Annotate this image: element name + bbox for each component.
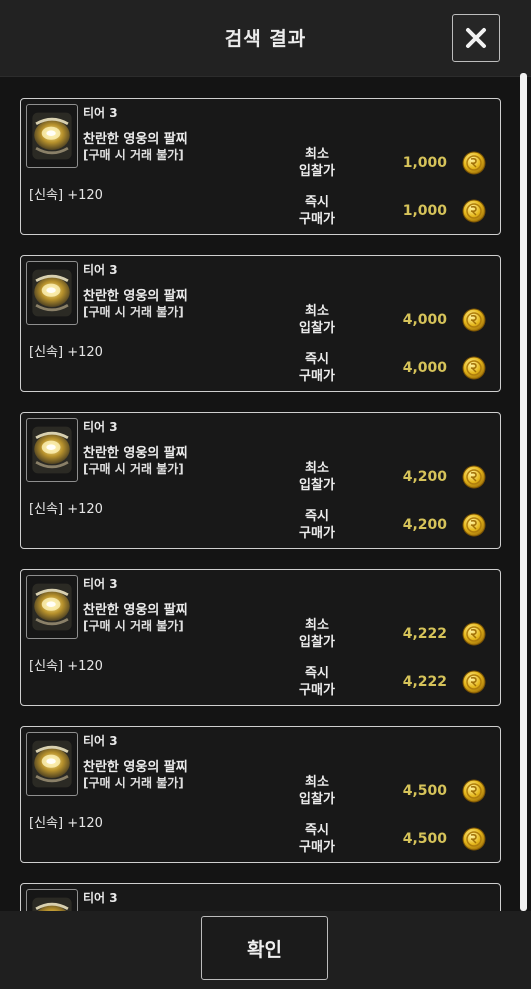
gold-coin-icon	[462, 465, 486, 489]
min-bid-label: 최소 입찰가	[299, 775, 335, 807]
buy-now-value: 1,000	[402, 203, 447, 219]
item-thumbnail	[26, 575, 78, 639]
search-result-list[interactable]: 티어 3 찬란한 영웅의 팔찌 [구매 시 거래 불가] [신속] +120 최소 입찰…	[0, 77, 531, 911]
min-bid-value: 4,200	[402, 469, 447, 485]
item-trade-note: [구매 시 거래 불가]	[83, 305, 184, 319]
min-bid-label: 최소 입찰가	[299, 304, 335, 336]
result-item[interactable]: 티어 3 찬란한 영웅의 팔찌 [구매 시 거래 불가] [신속] +120 최소 입찰…	[20, 569, 501, 706]
result-item[interactable]: 티어 3 찬란한 영웅의 팔찌 [구매 시 거래 불가] [신속] +120 최소 입찰…	[20, 412, 501, 549]
bracelet-icon	[28, 892, 76, 911]
footer: 확인	[0, 911, 531, 989]
gold-coin-icon	[462, 827, 486, 851]
item-thumbnail	[26, 889, 78, 911]
item-tier: 티어 3	[83, 734, 118, 748]
item-thumbnail	[26, 104, 78, 168]
scrollbar[interactable]	[520, 73, 527, 911]
item-tier: 티어 3	[83, 577, 118, 591]
buy-now-label: 즉시 구매가	[299, 352, 335, 384]
buy-now-value: 4,222	[402, 674, 447, 690]
gold-coin-icon	[462, 308, 486, 332]
item-stat: [신속] +120	[29, 816, 103, 831]
bracelet-icon	[28, 578, 76, 636]
gold-coin-icon	[462, 779, 486, 803]
gold-coin-icon	[462, 151, 486, 175]
gold-coin-icon	[462, 356, 486, 380]
header: 검색 결과	[0, 0, 531, 77]
close-icon	[466, 28, 486, 48]
buy-now-value: 4,500	[402, 831, 447, 847]
result-item[interactable]: 티어 3 찬란한 영웅의 팔찌 [구매 시 거래 불가] [신속] +120 최소 입찰…	[20, 98, 501, 235]
buy-now-value: 4,000	[402, 360, 447, 376]
item-trade-note: [구매 시 거래 불가]	[83, 462, 184, 476]
item-stat: [신속] +120	[29, 345, 103, 360]
bracelet-icon	[28, 735, 76, 793]
min-bid-value: 4,222	[402, 626, 447, 642]
bracelet-icon	[28, 421, 76, 479]
min-bid-value: 4,000	[402, 312, 447, 328]
close-button[interactable]	[452, 14, 500, 62]
gold-coin-icon	[462, 199, 486, 223]
gold-coin-icon	[462, 622, 486, 646]
item-tier: 티어 3	[83, 263, 118, 277]
result-item[interactable]: 티어 3 찬란한 영웅의 팔찌 [구매 시 거래 불가] [신속] +120 최소 입찰…	[20, 255, 501, 392]
min-bid-label: 최소 입찰가	[299, 461, 335, 493]
confirm-button[interactable]: 확인	[201, 916, 328, 980]
item-name: 찬란한 영웅의 팔찌	[83, 760, 188, 775]
item-thumbnail	[26, 418, 78, 482]
min-bid-value: 4,500	[402, 783, 447, 799]
item-tier: 티어 3	[83, 106, 118, 120]
item-stat: [신속] +120	[29, 188, 103, 203]
item-name: 찬란한 영웅의 팔찌	[83, 132, 188, 147]
min-bid-value: 1,000	[402, 155, 447, 171]
item-name: 찬란한 영웅의 팔찌	[83, 289, 188, 304]
item-tier: 티어 3	[83, 420, 118, 434]
min-bid-label: 최소 입찰가	[299, 618, 335, 650]
buy-now-value: 4,200	[402, 517, 447, 533]
item-trade-note: [구매 시 거래 불가]	[83, 619, 184, 633]
gold-coin-icon	[462, 513, 486, 537]
buy-now-label: 즉시 구매가	[299, 666, 335, 698]
buy-now-label: 즉시 구매가	[299, 823, 335, 855]
min-bid-label: 최소 입찰가	[299, 147, 335, 179]
item-stat: [신속] +120	[29, 659, 103, 674]
bracelet-icon	[28, 264, 76, 322]
buy-now-label: 즉시 구매가	[299, 509, 335, 541]
item-tier: 티어 3	[83, 891, 118, 905]
item-name: 찬란한 영웅의 팔찌	[83, 446, 188, 461]
result-item[interactable]: 티어 3 찬란한 영웅의 팔찌 [구매 시 거래 불가] [신속] +120 최소 입찰…	[20, 726, 501, 863]
item-trade-note: [구매 시 거래 불가]	[83, 776, 184, 790]
item-stat: [신속] +120	[29, 502, 103, 517]
item-trade-note: [구매 시 거래 불가]	[83, 148, 184, 162]
item-thumbnail	[26, 732, 78, 796]
result-item[interactable]: 티어 3	[20, 883, 501, 911]
item-name: 찬란한 영웅의 팔찌	[83, 603, 188, 618]
gold-coin-icon	[462, 670, 486, 694]
bracelet-icon	[28, 107, 76, 165]
item-thumbnail	[26, 261, 78, 325]
buy-now-label: 즉시 구매가	[299, 195, 335, 227]
